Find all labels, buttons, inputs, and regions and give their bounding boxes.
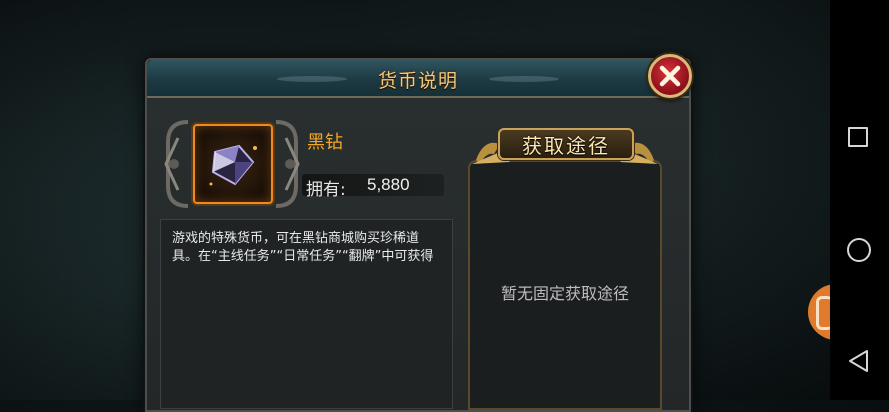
item-description: 游戏的特殊货币，可在黑钻商城购买珍稀道具。在“主线任务”“日常任务”“翻牌”中可… (172, 231, 434, 264)
triangle-back-icon[interactable] (847, 349, 871, 373)
dialog-title: 货币说明 (377, 70, 458, 92)
dialog-title-bar: 货币说明 (147, 60, 689, 98)
item-name: 黑钻 (307, 132, 343, 153)
item-icon-frame[interactable] (193, 124, 273, 204)
android-nav-bar (830, 0, 889, 400)
source-empty-text: 暂无固定获取途径 (500, 284, 629, 303)
square-icon[interactable] (848, 127, 868, 147)
owned-value: 5,880 (367, 175, 410, 194)
owned-label: 拥有: (306, 180, 346, 200)
source-title: 获取途径 (522, 134, 610, 158)
close-button[interactable] (648, 54, 692, 98)
close-x-icon (659, 65, 681, 87)
black-diamond-icon (209, 144, 257, 186)
circle-icon[interactable] (847, 238, 871, 262)
